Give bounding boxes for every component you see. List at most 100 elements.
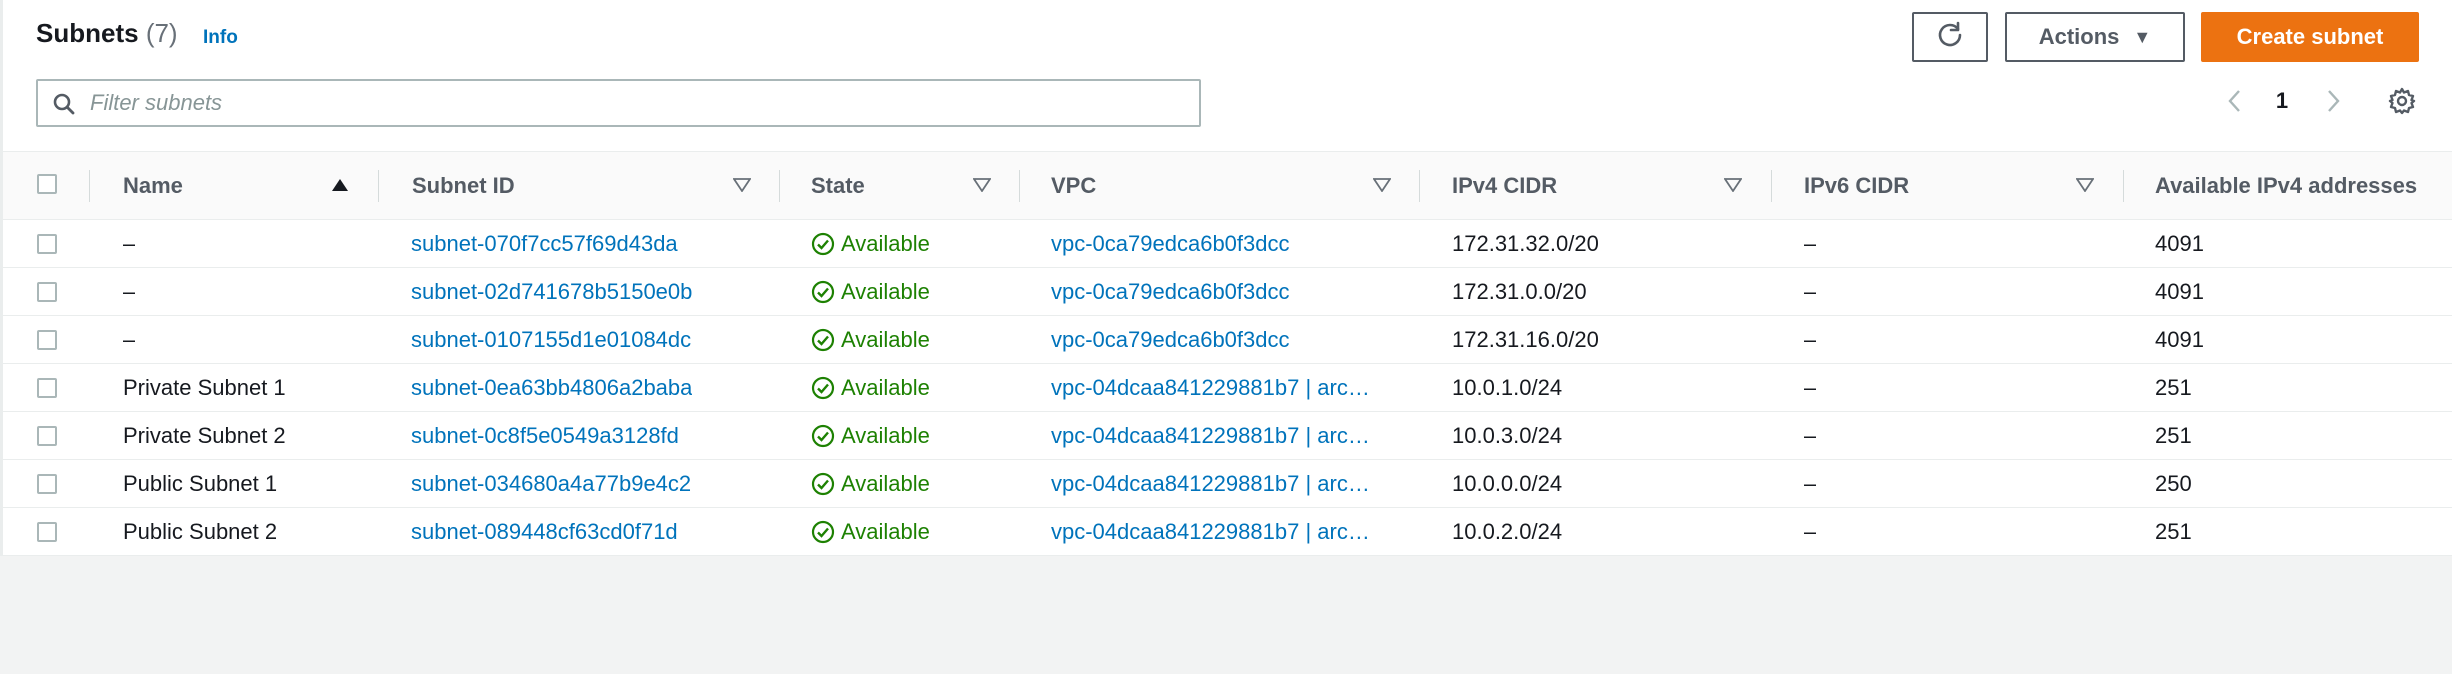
- table-row[interactable]: Private Subnet 2 subnet-0c8f5e0549a3128f…: [3, 412, 2452, 460]
- sort-icon[interactable]: [972, 178, 992, 197]
- column-divider: [89, 170, 90, 202]
- cell-ipv4-cidr: 172.31.32.0/20: [1452, 230, 1599, 256]
- table-row[interactable]: Public Subnet 1 subnet-034680a4a77b9e4c2…: [3, 460, 2452, 508]
- column-header-name[interactable]: Name: [123, 152, 183, 219]
- cell-name: Public Subnet 2: [123, 518, 278, 544]
- cell-ipv4-cidr: 172.31.16.0/20: [1452, 326, 1599, 352]
- cell-ipv6-cidr: –: [1804, 518, 1817, 544]
- cell-name: –: [123, 326, 136, 352]
- page-title: Subnets (7): [36, 18, 178, 49]
- filter-box: [36, 79, 1201, 127]
- table-row[interactable]: – subnet-02d741678b5150e0b Available vpc…: [3, 268, 2452, 316]
- cell-vpc-link[interactable]: vpc-04dcaa841229881b7 | arc…: [1051, 412, 1381, 459]
- check-circle-icon: [811, 472, 835, 495]
- cell-subnet-id-link[interactable]: subnet-034680a4a77b9e4c2: [411, 460, 691, 507]
- column-header-ipv4-cidr[interactable]: IPv4 CIDR: [1452, 152, 1557, 219]
- cell-subnet-id-link[interactable]: subnet-070f7cc57f69d43da: [411, 220, 678, 267]
- page-number[interactable]: 1: [2272, 88, 2292, 114]
- refresh-icon: [1936, 20, 1964, 54]
- column-divider: [1771, 170, 1772, 202]
- cell-state: Available: [811, 460, 930, 507]
- state-label: Available: [841, 470, 930, 496]
- check-circle-icon: [811, 232, 835, 255]
- cell-vpc-link[interactable]: vpc-0ca79edca6b0f3dcc: [1051, 268, 1381, 315]
- sort-icon[interactable]: [732, 178, 752, 197]
- column-divider: [779, 170, 780, 202]
- cell-ipv6-cidr: –: [1804, 374, 1817, 400]
- column-divider: [378, 170, 379, 202]
- row-checkbox[interactable]: [37, 378, 57, 398]
- cell-ipv4-cidr: 10.0.3.0/24: [1452, 422, 1563, 448]
- subnets-panel: Subnets (7) Info Actions ▼ Create subnet…: [0, 0, 2452, 556]
- cell-vpc-link[interactable]: vpc-04dcaa841229881b7 | arc…: [1051, 508, 1381, 555]
- check-circle-icon: [811, 280, 835, 303]
- previous-page-icon[interactable]: [2223, 86, 2247, 121]
- cell-name: Private Subnet 1: [123, 374, 286, 400]
- cell-vpc-link[interactable]: vpc-04dcaa841229881b7 | arc…: [1051, 460, 1381, 507]
- column-header-state[interactable]: State: [811, 152, 865, 219]
- cell-ipv4-cidr: 10.0.0.0/24: [1452, 470, 1563, 496]
- row-checkbox[interactable]: [37, 330, 57, 350]
- cell-subnet-id-link[interactable]: subnet-089448cf63cd0f71d: [411, 508, 678, 555]
- check-circle-icon: [811, 520, 835, 543]
- next-page-icon[interactable]: [2321, 86, 2345, 121]
- row-checkbox[interactable]: [37, 474, 57, 494]
- cell-subnet-id-link[interactable]: subnet-0107155d1e01084dc: [411, 316, 691, 363]
- column-header-vpc[interactable]: VPC: [1051, 152, 1096, 219]
- cell-subnet-id-link[interactable]: subnet-0ea63bb4806a2baba: [411, 364, 692, 411]
- check-circle-icon: [811, 376, 835, 399]
- state-label: Available: [841, 422, 930, 448]
- table-row[interactable]: Private Subnet 1 subnet-0ea63bb4806a2bab…: [3, 364, 2452, 412]
- actions-dropdown[interactable]: Actions ▼: [2005, 12, 2185, 62]
- cell-ipv6-cidr: –: [1804, 470, 1817, 496]
- sort-icon[interactable]: [1723, 178, 1743, 197]
- cell-name: Public Subnet 1: [123, 470, 278, 496]
- cell-vpc-link[interactable]: vpc-04dcaa841229881b7 | arc…: [1051, 364, 1381, 411]
- sort-icon[interactable]: [1372, 178, 1392, 197]
- row-checkbox[interactable]: [37, 282, 57, 302]
- refresh-button[interactable]: [1912, 12, 1988, 62]
- check-circle-icon: [811, 424, 835, 447]
- sort-icon[interactable]: [2075, 178, 2095, 197]
- column-header-ipv6-cidr[interactable]: IPv6 CIDR: [1804, 152, 1909, 219]
- cell-ipv6-cidr: –: [1804, 230, 1817, 256]
- sort-ascending-icon[interactable]: [331, 178, 349, 197]
- cell-state: Available: [811, 508, 930, 555]
- page-title-text: Subnets: [36, 18, 139, 48]
- cell-available-ipv4: 250: [2155, 470, 2192, 496]
- row-checkbox[interactable]: [37, 426, 57, 446]
- table-row[interactable]: – subnet-070f7cc57f69d43da Available vpc…: [3, 220, 2452, 268]
- gear-icon[interactable]: [2387, 86, 2417, 121]
- cell-ipv4-cidr: 172.31.0.0/20: [1452, 278, 1587, 304]
- table-row[interactable]: – subnet-0107155d1e01084dc Available vpc…: [3, 316, 2452, 364]
- column-header-available-ipv4[interactable]: Available IPv4 addresses: [2155, 152, 2417, 219]
- cell-ipv6-cidr: –: [1804, 326, 1817, 352]
- column-header-subnet-id[interactable]: Subnet ID: [412, 152, 515, 219]
- cell-name: –: [123, 230, 136, 256]
- create-subnet-button[interactable]: Create subnet: [2201, 12, 2419, 62]
- filter-input[interactable]: [90, 89, 1190, 117]
- select-all-checkbox[interactable]: [37, 174, 57, 194]
- info-link[interactable]: Info: [203, 27, 238, 49]
- state-label: Available: [841, 230, 930, 256]
- cell-available-ipv4: 4091: [2155, 230, 2204, 256]
- cell-subnet-id-link[interactable]: subnet-0c8f5e0549a3128fd: [411, 412, 679, 459]
- cell-ipv6-cidr: –: [1804, 422, 1817, 448]
- cell-vpc-link[interactable]: vpc-0ca79edca6b0f3dcc: [1051, 316, 1381, 363]
- actions-label: Actions: [2038, 24, 2120, 49]
- column-divider: [1419, 170, 1420, 202]
- table-row[interactable]: Public Subnet 2 subnet-089448cf63cd0f71d…: [3, 508, 2452, 556]
- row-checkbox[interactable]: [37, 234, 57, 254]
- cell-available-ipv4: 4091: [2155, 278, 2204, 304]
- cell-state: Available: [811, 364, 930, 411]
- caret-down-icon: ▼: [2133, 26, 2152, 47]
- column-divider: [2123, 170, 2124, 202]
- row-checkbox[interactable]: [37, 522, 57, 542]
- cell-state: Available: [811, 220, 930, 267]
- cell-subnet-id-link[interactable]: subnet-02d741678b5150e0b: [411, 268, 692, 315]
- subnet-count: (7): [145, 18, 178, 48]
- cell-ipv4-cidr: 10.0.2.0/24: [1452, 518, 1563, 544]
- cell-available-ipv4: 251: [2155, 374, 2192, 400]
- cell-state: Available: [811, 316, 930, 363]
- cell-vpc-link[interactable]: vpc-0ca79edca6b0f3dcc: [1051, 220, 1381, 267]
